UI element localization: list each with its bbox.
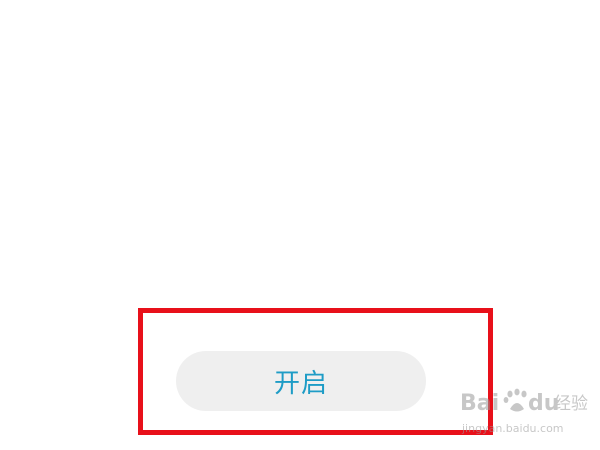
paw-icon — [503, 388, 527, 412]
baidu-jingyan-watermark: Bai du 经验 jingyan.baidu.com — [460, 388, 588, 435]
svg-text:jingyan.baidu.com: jingyan.baidu.com — [461, 422, 564, 435]
screen: 开启 Bai du 经验 jingyan.baidu.com — [0, 0, 600, 450]
svg-text:Bai: Bai — [460, 391, 499, 416]
enable-button[interactable]: 开启 — [176, 351, 426, 411]
svg-text:经验: 经验 — [554, 394, 588, 414]
